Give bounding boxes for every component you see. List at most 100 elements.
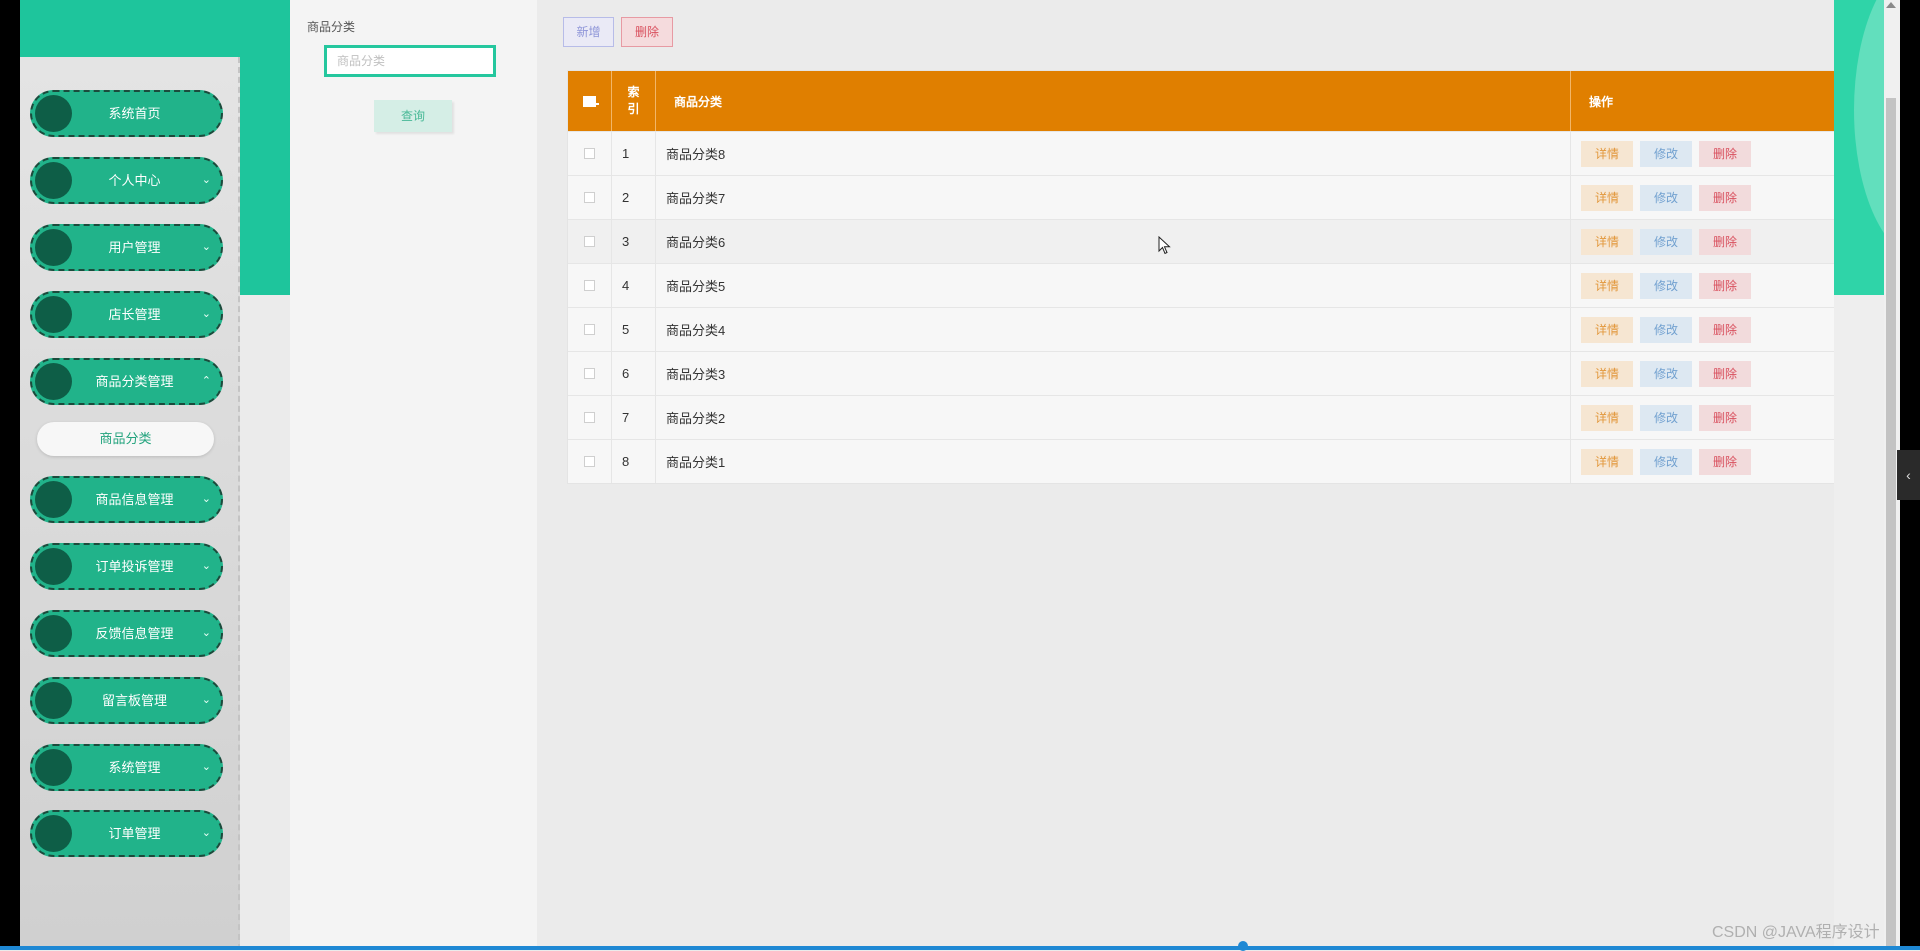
- header-decoration: [1834, 0, 1884, 295]
- edit-button[interactable]: 修改: [1640, 228, 1692, 255]
- row-actions: 详情 修改 删除: [1571, 440, 1834, 483]
- row-index: 1: [612, 132, 656, 175]
- delete-button[interactable]: 删除: [1699, 360, 1751, 387]
- table-row: 5 商品分类4 详情 修改 删除: [568, 307, 1834, 351]
- delete-button[interactable]: 删除: [1699, 448, 1751, 475]
- delete-button[interactable]: 删除: [1699, 140, 1751, 167]
- chevron-down-icon: ⌄: [201, 493, 211, 505]
- row-select-cell: [568, 308, 612, 351]
- header-select-cell: [568, 71, 612, 131]
- sidebar-item-product-management[interactable]: 商品信息管理 ⌄: [30, 476, 223, 523]
- row-category-name: 商品分类4: [656, 308, 1571, 351]
- chevron-down-icon: ⌄: [201, 241, 211, 253]
- select-all-checkbox[interactable]: [583, 95, 599, 107]
- edit-button[interactable]: 修改: [1640, 360, 1692, 387]
- menu-dot-icon: [35, 95, 72, 132]
- add-button[interactable]: 新增: [563, 17, 614, 47]
- bulk-delete-button[interactable]: 删除: [621, 17, 673, 47]
- edit-button[interactable]: 修改: [1640, 140, 1692, 167]
- edit-button[interactable]: 修改: [1640, 272, 1692, 299]
- sidebar-item-user-management[interactable]: 用户管理 ⌄: [30, 224, 223, 271]
- menu-dot-icon: [35, 229, 72, 266]
- sidebar-item-personal-center[interactable]: 个人中心 ⌄: [30, 157, 223, 204]
- table-body: 1 商品分类8 详情 修改 删除 2 商品分类7 详情 修改 删除 3 商品分类6 详情 修改 删除 4 商品分…: [568, 131, 1834, 483]
- row-select-cell: [568, 440, 612, 483]
- chevron-down-icon: ⌄: [201, 761, 211, 773]
- row-checkbox[interactable]: [584, 236, 595, 247]
- detail-button[interactable]: 详情: [1581, 404, 1633, 431]
- detail-button[interactable]: 详情: [1581, 184, 1633, 211]
- row-index: 7: [612, 396, 656, 439]
- sidebar-item-home[interactable]: 系统首页: [30, 90, 223, 137]
- row-checkbox[interactable]: [584, 280, 595, 291]
- sidebar-item-label: 订单投诉管理: [95, 559, 174, 574]
- delete-button[interactable]: 删除: [1699, 228, 1751, 255]
- sidebar-item-label: 商品分类管理: [95, 374, 174, 389]
- menu-dot-icon: [35, 162, 72, 199]
- row-select-cell: [568, 396, 612, 439]
- header-operations: 操作: [1589, 94, 1614, 109]
- table-row: 3 商品分类6 详情 修改 删除: [568, 219, 1834, 263]
- collapse-panel-button[interactable]: ‹: [1897, 450, 1920, 500]
- table-row: 6 商品分类3 详情 修改 删除: [568, 351, 1834, 395]
- detail-button[interactable]: 详情: [1581, 140, 1633, 167]
- search-label: 商品分类: [307, 20, 356, 34]
- row-checkbox[interactable]: [584, 456, 595, 467]
- row-select-cell: [568, 220, 612, 263]
- row-checkbox[interactable]: [584, 148, 595, 159]
- row-checkbox[interactable]: [584, 324, 595, 335]
- edit-button[interactable]: 修改: [1640, 448, 1692, 475]
- sidebar-item-complaint-management[interactable]: 订单投诉管理 ⌄: [30, 543, 223, 590]
- row-category-name: 商品分类8: [656, 132, 1571, 175]
- sidebar-item-label: 留言板管理: [101, 693, 167, 708]
- menu-dot-icon: [35, 615, 72, 652]
- menu-dot-icon: [35, 682, 72, 719]
- chevron-down-icon: ⌄: [201, 694, 211, 706]
- row-index: 6: [612, 352, 656, 395]
- sidebar-subitem-category[interactable]: 商品分类: [37, 422, 214, 456]
- row-index: 5: [612, 308, 656, 351]
- sidebar-item-label: 系统管理: [108, 760, 161, 775]
- table-header: 索 引 商品分类 操作: [568, 71, 1834, 131]
- sidebar-item-label: 个人中心: [108, 173, 161, 188]
- delete-button[interactable]: 删除: [1699, 404, 1751, 431]
- sidebar-item-feedback-management[interactable]: 反馈信息管理 ⌄: [30, 610, 223, 657]
- delete-button[interactable]: 删除: [1699, 184, 1751, 211]
- row-checkbox[interactable]: [584, 368, 595, 379]
- menu-dot-icon: [35, 481, 72, 518]
- scrollbar-thumb[interactable]: [1886, 98, 1896, 950]
- row-select-cell: [568, 264, 612, 307]
- sidebar-item-message-board[interactable]: 留言板管理 ⌄: [30, 677, 223, 724]
- detail-button[interactable]: 详情: [1581, 272, 1633, 299]
- header-category: 商品分类: [656, 71, 1571, 131]
- detail-button[interactable]: 详情: [1581, 316, 1633, 343]
- sidebar-item-category-management[interactable]: 商品分类管理 ⌃: [30, 358, 223, 405]
- detail-button[interactable]: 详情: [1581, 360, 1633, 387]
- delete-button[interactable]: 删除: [1699, 272, 1751, 299]
- row-index: 3: [612, 220, 656, 263]
- sidebar-item-manager-management[interactable]: 店长管理 ⌄: [30, 291, 223, 338]
- table-row: 8 商品分类1 详情 修改 删除: [568, 439, 1834, 483]
- delete-button[interactable]: 删除: [1699, 316, 1751, 343]
- category-search-input[interactable]: [324, 45, 496, 77]
- row-select-cell: [568, 352, 612, 395]
- row-actions: 详情 修改 删除: [1571, 352, 1834, 395]
- row-checkbox[interactable]: [584, 192, 595, 203]
- detail-button[interactable]: 详情: [1581, 228, 1633, 255]
- table-row: 2 商品分类7 详情 修改 删除: [568, 175, 1834, 219]
- mouse-cursor-icon: [1158, 236, 1171, 255]
- edit-button[interactable]: 修改: [1640, 184, 1692, 211]
- row-checkbox[interactable]: [584, 412, 595, 423]
- chevron-down-icon: ⌄: [201, 627, 211, 639]
- edit-button[interactable]: 修改: [1640, 404, 1692, 431]
- sidebar-item-system-management[interactable]: 系统管理 ⌄: [30, 744, 223, 791]
- scroll-up-arrow-icon[interactable]: [1886, 2, 1896, 8]
- detail-button[interactable]: 详情: [1581, 448, 1633, 475]
- watermark: CSDN @JAVA程序设计: [1712, 924, 1880, 941]
- sidebar-item-order-management[interactable]: 订单管理 ⌄: [30, 810, 223, 857]
- sidebar-item-label: 反馈信息管理: [95, 626, 174, 641]
- edit-button[interactable]: 修改: [1640, 316, 1692, 343]
- row-category-name: 商品分类5: [656, 264, 1571, 307]
- row-select-cell: [568, 176, 612, 219]
- query-button[interactable]: 查询: [374, 100, 452, 132]
